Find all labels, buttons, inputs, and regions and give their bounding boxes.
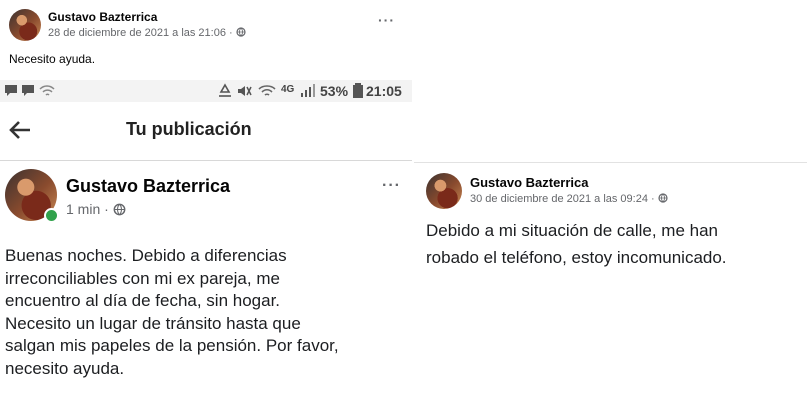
wifi-icon xyxy=(258,85,276,96)
post-timestamp[interactable]: 28 de diciembre de 2021 a las 21:06 · xyxy=(48,27,246,39)
post-line: necesito ayuda. xyxy=(5,358,125,378)
post-author[interactable]: Gustavo Bazterrica xyxy=(470,175,589,190)
post-line: Necesito un lugar de tránsito hasta que xyxy=(5,313,301,333)
post-line: Debido a mi situación de calle, me han xyxy=(426,221,718,240)
chat-icon xyxy=(5,85,55,96)
post-timestamp[interactable]: 1 min · xyxy=(66,201,126,217)
post-body: Necesito ayuda. xyxy=(9,52,96,66)
more-options-button[interactable]: ··· xyxy=(378,12,395,28)
page-title: Tu publicación xyxy=(126,119,252,139)
app-header: Tu publicación xyxy=(0,102,412,161)
post-line: encuentro al día de fecha, sin hogar. xyxy=(5,291,281,310)
timestamp-text: 28 de diciembre de 2021 a las 21:06 · xyxy=(48,27,233,39)
back-arrow-icon[interactable] xyxy=(8,120,32,140)
post-line: salgan mis papeles de la pensión. Por fa… xyxy=(5,336,339,355)
globe-icon xyxy=(658,193,668,203)
globe-icon xyxy=(236,27,246,37)
post-body: Debido a mi situación de calle, me han r… xyxy=(426,217,727,271)
battery-icon xyxy=(353,83,363,98)
more-options-button[interactable]: ··· xyxy=(382,177,401,195)
post-line: robado el teléfono, estoy incomunicado. xyxy=(426,248,727,267)
post-line: Buenas noches. Debido a diferencias xyxy=(5,246,287,265)
post-top: Gustavo Bazterrica 28 de diciembre de 20… xyxy=(0,0,412,80)
battery-percent: 53% xyxy=(320,83,349,99)
avatar[interactable] xyxy=(426,173,462,209)
mute-icon xyxy=(238,86,252,96)
timestamp-text: 1 min · xyxy=(66,201,109,217)
post-author[interactable]: Gustavo Bazterrica xyxy=(66,176,230,197)
post-line: irreconciliables con mi ex pareja, me xyxy=(5,268,280,288)
timestamp-text: 30 de diciembre de 2021 a las 09:24 · xyxy=(470,193,655,205)
post-timestamp[interactable]: 30 de diciembre de 2021 a las 09:24 · xyxy=(470,193,668,205)
avatar[interactable] xyxy=(9,9,41,41)
recycle-icon xyxy=(219,83,231,97)
signal-icon xyxy=(301,84,315,97)
online-indicator xyxy=(44,208,59,223)
post-right: Gustavo Bazterrica 30 de diciembre de 20… xyxy=(414,162,807,275)
post-body: Buenas noches. Debido a diferencias irre… xyxy=(5,245,339,380)
phone-status-bar: 4G 53% 21:05 xyxy=(0,80,412,102)
post-author[interactable]: Gustavo Bazterrica xyxy=(48,10,157,24)
globe-icon xyxy=(113,203,126,216)
clock: 21:05 xyxy=(366,83,402,99)
network-type: 4G xyxy=(281,84,295,95)
post-main: Gustavo Bazterrica 1 min · ··· Buenas no… xyxy=(0,161,412,404)
